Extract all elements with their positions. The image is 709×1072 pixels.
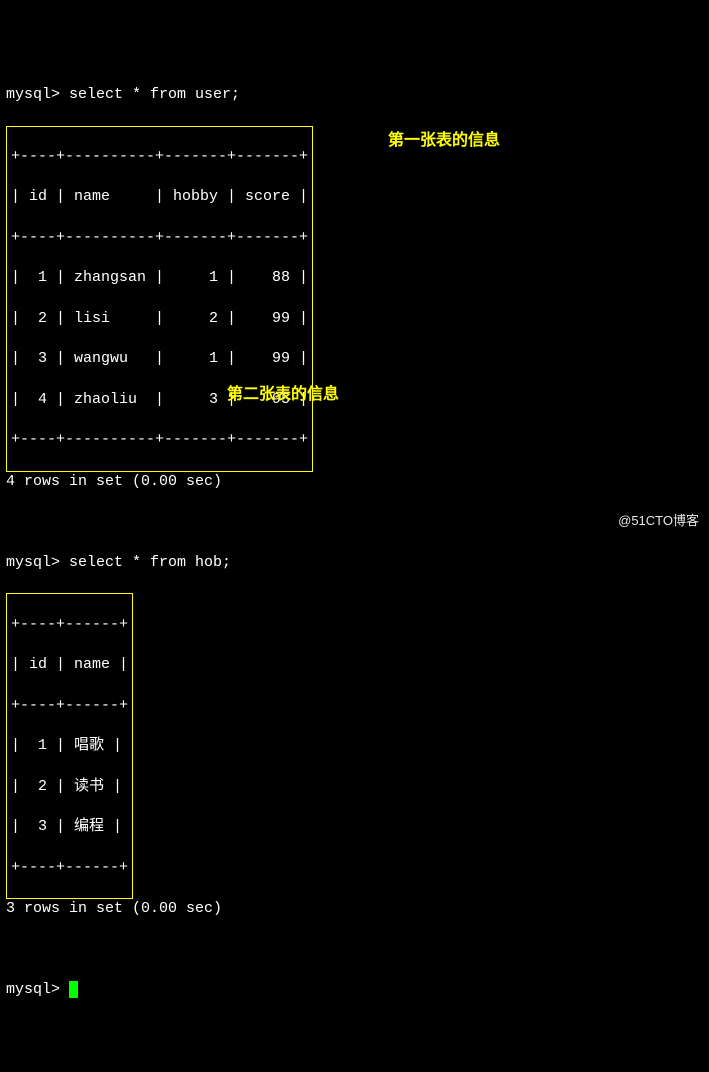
table2-row: | 3 | 编程 | (11, 817, 128, 837)
table2-row: | 1 | 唱歌 | (11, 736, 128, 756)
highlight-box-table1: +----+----------+-------+-------+ | id |… (6, 126, 313, 472)
table1-border-top: +----+----------+-------+-------+ (11, 147, 308, 167)
table2-border-mid: +----+------+ (11, 696, 128, 716)
mysql-prompt-3-line[interactable]: mysql> (6, 980, 703, 1000)
mysql-prompt-2: mysql> select * from hob; (6, 553, 703, 573)
highlight-box-table2: +----+------+ | id | name | +----+------… (6, 593, 133, 899)
annotation-1: 第一张表的信息 (388, 130, 500, 152)
table1-header: | id | name | hobby | score | (11, 187, 308, 207)
table1-row: | 3 | wangwu | 1 | 99 | (11, 349, 308, 369)
table2-header: | id | name | (11, 655, 128, 675)
blank-line (6, 512, 703, 532)
blank-line (6, 940, 703, 960)
annotation-2: 第二张表的信息 (227, 384, 339, 406)
table1-border-bot: +----+----------+-------+-------+ (11, 430, 308, 450)
table2-border-top: +----+------+ (11, 615, 128, 635)
table1-border-mid: +----+----------+-------+-------+ (11, 228, 308, 248)
result1: 4 rows in set (0.00 sec) (6, 472, 703, 492)
watermark: @51CTO博客 (618, 512, 699, 530)
table2-row: | 2 | 读书 | (11, 777, 128, 797)
table1-row: | 1 | zhangsan | 1 | 88 | (11, 268, 308, 288)
result2: 3 rows in set (0.00 sec) (6, 899, 703, 919)
table1-row: | 2 | lisi | 2 | 99 | (11, 309, 308, 329)
table2-border-bot: +----+------+ (11, 858, 128, 878)
mysql-prompt-1: mysql> select * from user; (6, 85, 703, 105)
cursor-icon (69, 981, 78, 998)
mysql-prompt-3: mysql> (6, 981, 69, 998)
